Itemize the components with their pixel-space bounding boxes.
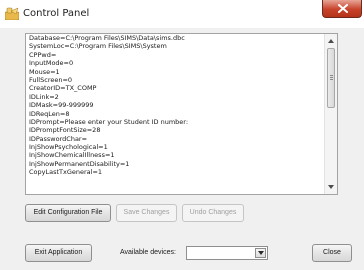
scroll-down-arrow-icon[interactable] (325, 181, 337, 193)
window-close-button[interactable] (322, 0, 362, 18)
config-line: IDPrompt=Please enter your Student ID nu… (29, 117, 189, 126)
close-icon (338, 4, 348, 13)
app-icon (5, 7, 19, 20)
client-area: Database=C:\Program Files\SIMS\Data\sims… (0, 28, 364, 270)
config-line: InjShowChemicalIllness=1 (29, 151, 115, 160)
scroll-thumb[interactable] (327, 48, 335, 108)
config-line: IDMask=99-999999 (29, 101, 94, 110)
chevron-down-icon (258, 251, 264, 255)
title-bar: Control Panel (0, 0, 364, 28)
exit-application-button[interactable]: Exit Application (25, 244, 92, 262)
available-devices-select[interactable] (186, 246, 268, 260)
config-line: CPPwd= (29, 50, 57, 59)
config-textarea[interactable]: Database=C:\Program Files\SIMS\Data\sims… (25, 33, 338, 195)
config-line: Mouse=1 (29, 67, 60, 76)
config-line: IDReqLen=8 (29, 109, 70, 118)
vertical-scrollbar[interactable] (324, 34, 337, 194)
available-devices-label: Available devices: (120, 249, 176, 256)
thumb-grip (330, 75, 333, 76)
window-title: Control Panel (23, 8, 90, 19)
config-line: IDPasswordChar= (29, 134, 88, 143)
save-changes-button[interactable]: Save Changes (116, 204, 177, 222)
undo-changes-button[interactable]: Undo Changes (182, 204, 244, 222)
config-line: IDLink=2 (29, 92, 59, 101)
dropdown-button[interactable] (255, 248, 266, 258)
config-line: Database=C:\Program Files\SIMS\Data\sims… (29, 34, 185, 42)
thumb-grip (330, 79, 333, 80)
config-line: SystemLoc=C:\Program Files\SIMS\System (29, 42, 167, 51)
config-line: InjShowPermanentDisability=1 (29, 159, 130, 168)
close-button[interactable]: Close (312, 244, 352, 262)
config-line: InputMode=0 (29, 59, 74, 68)
edit-configuration-button[interactable]: Edit Configuration File (25, 204, 111, 222)
config-line: IDPromptFontSize=28 (29, 126, 101, 135)
config-line: FullScreen=0 (29, 75, 73, 84)
config-line: InjShowPsychological=1 (29, 143, 108, 152)
config-line: CopyLastTxGeneral=1 (29, 168, 103, 177)
config-line: CreatorID=TX_COMP (29, 84, 97, 93)
thumb-grip (330, 77, 333, 78)
config-text-lines: Database=C:\Program Files\SIMS\Data\sims… (29, 34, 321, 194)
scroll-up-arrow-icon[interactable] (325, 35, 337, 47)
control-panel-window: Control Panel Database=C:\Program Files\… (0, 0, 364, 270)
